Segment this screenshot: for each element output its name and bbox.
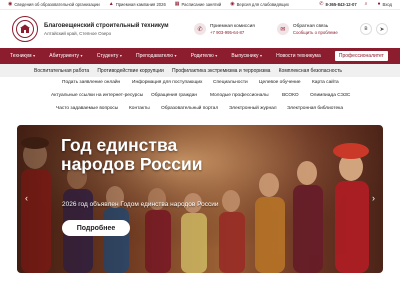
eye-icon: ◉ [230, 1, 235, 7]
quick-link[interactable]: Целевое обучение [259, 77, 301, 88]
nav-item-applicant[interactable]: Абитуриенту ▾ [49, 53, 82, 59]
admission-title: Приемная комиссия [210, 23, 255, 29]
quick-links-row-2: Актуальные ссылки на интернет-ресурсы Об… [0, 90, 400, 101]
login-label: Вход [382, 2, 392, 7]
login-link[interactable]: ● Вход [377, 1, 392, 8]
nav-item-student[interactable]: Студенту ▾ [97, 53, 122, 59]
quick-link[interactable]: Электронная библиотека [287, 103, 343, 114]
quick-link[interactable]: Актуальные ссылки на интернет-ресурсы [51, 90, 143, 101]
chevron-down-icon: ▾ [119, 53, 122, 58]
quick-link[interactable]: Образовательный портал [161, 103, 218, 114]
chevron-down-icon: ▾ [33, 53, 36, 58]
top-phone-number: 8-365-843-12-07 [325, 2, 357, 7]
admission-contact[interactable]: ✆ Приемная комиссия +7 903-995-64-87 [194, 23, 255, 35]
nav-item-parent[interactable]: Родителю ▾ [191, 53, 218, 59]
top-link-org-info-label: Сведения об образовательной организации [14, 2, 100, 7]
chat-icon: ✉ [276, 23, 289, 35]
quick-link[interactable]: Карта сайта [312, 77, 339, 88]
nav-item-graduate[interactable]: Выпускнику ▾ [231, 53, 262, 59]
top-link-schedule-label: Расписание занятий [181, 2, 222, 7]
search-icon: ⌕ [364, 1, 368, 7]
nav-item-news[interactable]: Новости техникума [276, 53, 321, 59]
phone-icon: ✆ [319, 1, 324, 7]
building-icon [20, 24, 30, 33]
phone-icon: ✆ [194, 23, 206, 35]
top-link-org-info[interactable]: ◉ Сведения об образовательной организаци… [8, 1, 100, 8]
feedback-title: Обратная связь [292, 23, 329, 29]
search-button[interactable]: ⌕ [365, 2, 370, 7]
top-link-schedule[interactable]: ▦ Расписание занятий [174, 1, 222, 8]
chevron-down-icon: ▾ [80, 53, 83, 58]
top-link-admission[interactable]: ▲ Приемная кампания 2026 [108, 1, 166, 8]
nav-item-tekhnikum[interactable]: Техникум ▾ [10, 53, 35, 59]
chevron-down-icon: ▾ [174, 53, 177, 58]
quick-link[interactable]: ВСОКО [282, 90, 299, 101]
slider-next-arrow[interactable]: › [372, 193, 375, 203]
quick-link[interactable]: Молодые профессионалы [210, 90, 269, 101]
college-logo[interactable] [12, 16, 38, 42]
chevron-down-icon: ▾ [215, 53, 218, 58]
quick-link[interactable]: Обращения граждан [151, 90, 197, 101]
org-address: Алтайский край, Степное Озеро [44, 30, 112, 36]
nav-item-teacher[interactable]: Преподавателю ▾ [136, 53, 177, 59]
nav-sub-extremism[interactable]: Профилактика экстремизма и терроризма [172, 68, 270, 74]
hero-more-button[interactable]: Подробнее [62, 220, 130, 236]
top-phone[interactable]: ✆ 8-365-843-12-07 [319, 1, 357, 8]
eye-icon: ◉ [8, 1, 13, 7]
top-link-accessibility[interactable]: ◉ Версия для слабовидящих [230, 1, 289, 8]
feedback-contact[interactable]: ✉ Обратная связь Сообщить о проблеме [276, 23, 338, 35]
calendar-icon: ▦ [174, 1, 180, 7]
hero-title: Год единства народов России [61, 136, 261, 174]
hero-subtitle: 2026 год объявлен Годом единства народов… [62, 201, 219, 208]
hero-banner[interactable]: Год единства народов России 2026 год объ… [17, 125, 383, 273]
org-name: Благовещенский строительный техникум [44, 22, 169, 29]
nav-item-professionalitet[interactable]: Профессионалитет [334, 51, 388, 61]
top-link-admission-label: Приемная кампания 2026 [115, 2, 166, 7]
slider-prev-arrow[interactable]: ‹ [25, 193, 28, 203]
user-icon: ● [377, 1, 381, 7]
nav-sub-upbringing[interactable]: Воспитательная работа [34, 68, 89, 74]
quick-links-row-1: Подать заявление онлайн Информация для п… [0, 77, 400, 88]
nav-sub-security[interactable]: Комплексная безопасность [279, 68, 342, 74]
quick-link[interactable]: Часто задаваемые вопросы [56, 103, 118, 114]
quick-link[interactable]: Олимпиада СЭЗС [310, 90, 350, 101]
vk-icon[interactable]: в [360, 23, 372, 35]
hero-title-line1: Год единства [61, 135, 178, 155]
site-header: Благовещенский строительный техникум Алт… [0, 10, 400, 48]
quick-link[interactable]: Специальности [213, 77, 248, 88]
quick-link[interactable]: Информация для поступающих [132, 77, 202, 88]
quick-links: Подать заявление онлайн Информация для п… [0, 77, 400, 117]
hero-title-line2: народов России [61, 154, 203, 174]
quick-link[interactable]: Подать заявление онлайн [62, 77, 120, 88]
nav-sub-anticorruption[interactable]: Противодействие коррупции [97, 68, 164, 74]
top-link-accessibility-label: Версия для слабовидящих [236, 2, 289, 7]
telegram-icon[interactable]: ➤ [376, 23, 388, 35]
quick-link[interactable]: Электронный журнал [229, 103, 277, 114]
graduation-icon: ▲ [108, 1, 114, 7]
chevron-down-icon: ▾ [259, 53, 262, 58]
admission-phone: +7 903-995-64-87 [210, 29, 245, 35]
quick-links-row-3: Часто задаваемые вопросы Контакты Образо… [0, 103, 400, 114]
secondary-nav: Воспитательная работа Противодействие ко… [0, 64, 400, 77]
top-utility-bar: ◉ Сведения об образовательной организаци… [0, 0, 400, 10]
feedback-sub: Сообщить о проблеме [292, 29, 338, 35]
org-title-block[interactable]: Благовещенский строительный техникум Алт… [44, 23, 174, 36]
main-nav: Техникум ▾ Абитуриенту ▾ Студенту ▾ Препода… [0, 48, 400, 64]
quick-link[interactable]: Контакты [129, 103, 150, 114]
